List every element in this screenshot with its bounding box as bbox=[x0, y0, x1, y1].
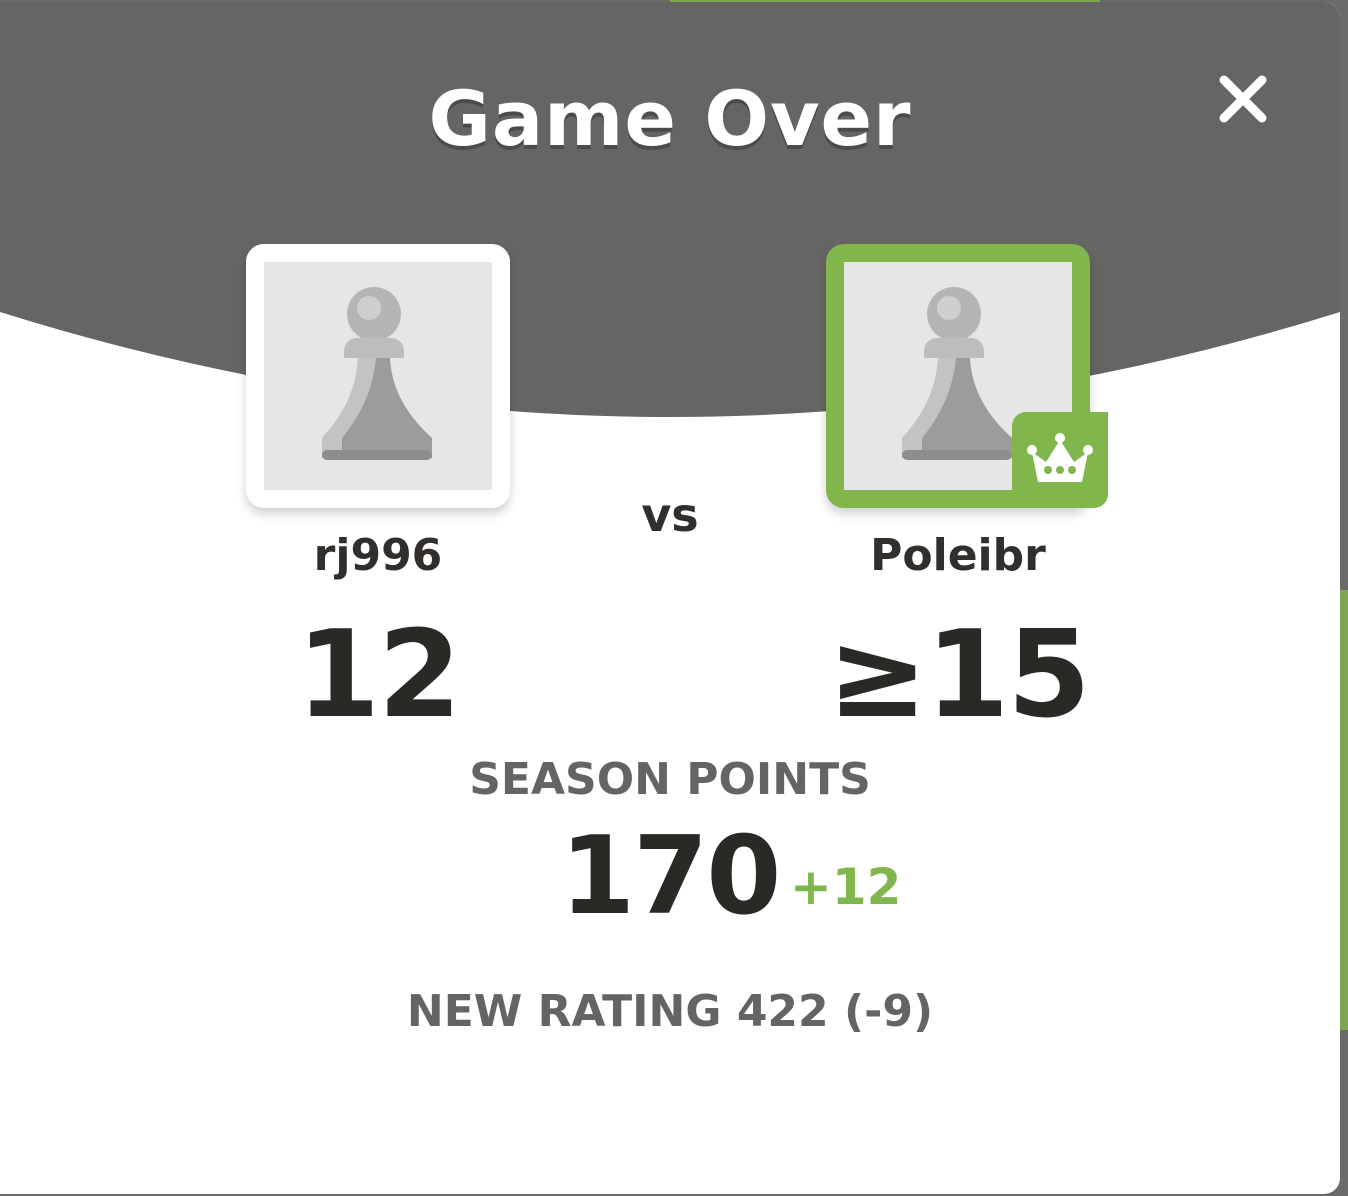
new-rating-text: NEW RATING 422 (-9) bbox=[406, 986, 934, 1037]
player-left-avatar[interactable] bbox=[246, 244, 510, 508]
player-right-score: ≥15 bbox=[827, 606, 1091, 745]
player-left-name[interactable]: rj996 bbox=[218, 530, 538, 581]
modal-title: Game Over bbox=[428, 74, 912, 163]
crown-icon bbox=[1027, 433, 1093, 482]
season-points-row: 170 +12 bbox=[0, 814, 1340, 944]
modal-header-background bbox=[0, 2, 1340, 417]
player-left-score: 12 bbox=[296, 606, 462, 745]
season-points-value: 170 bbox=[560, 814, 781, 939]
close-button[interactable] bbox=[1212, 68, 1274, 130]
season-points-delta: +12 bbox=[790, 858, 902, 916]
player-right-name[interactable]: Poleibr bbox=[798, 530, 1118, 581]
player-right-avatar[interactable] bbox=[826, 244, 1108, 508]
game-over-modal: Game Over vs rj996 Poleibr 12 ≥15 SEASON… bbox=[0, 2, 1340, 1194]
winner-badge bbox=[1012, 412, 1108, 508]
player-left-avatar-frame bbox=[264, 262, 492, 490]
versus-label: vs bbox=[641, 488, 699, 542]
season-points-label: SEASON POINTS bbox=[469, 754, 871, 805]
pawn-icon bbox=[322, 287, 432, 460]
close-icon bbox=[1219, 75, 1267, 123]
